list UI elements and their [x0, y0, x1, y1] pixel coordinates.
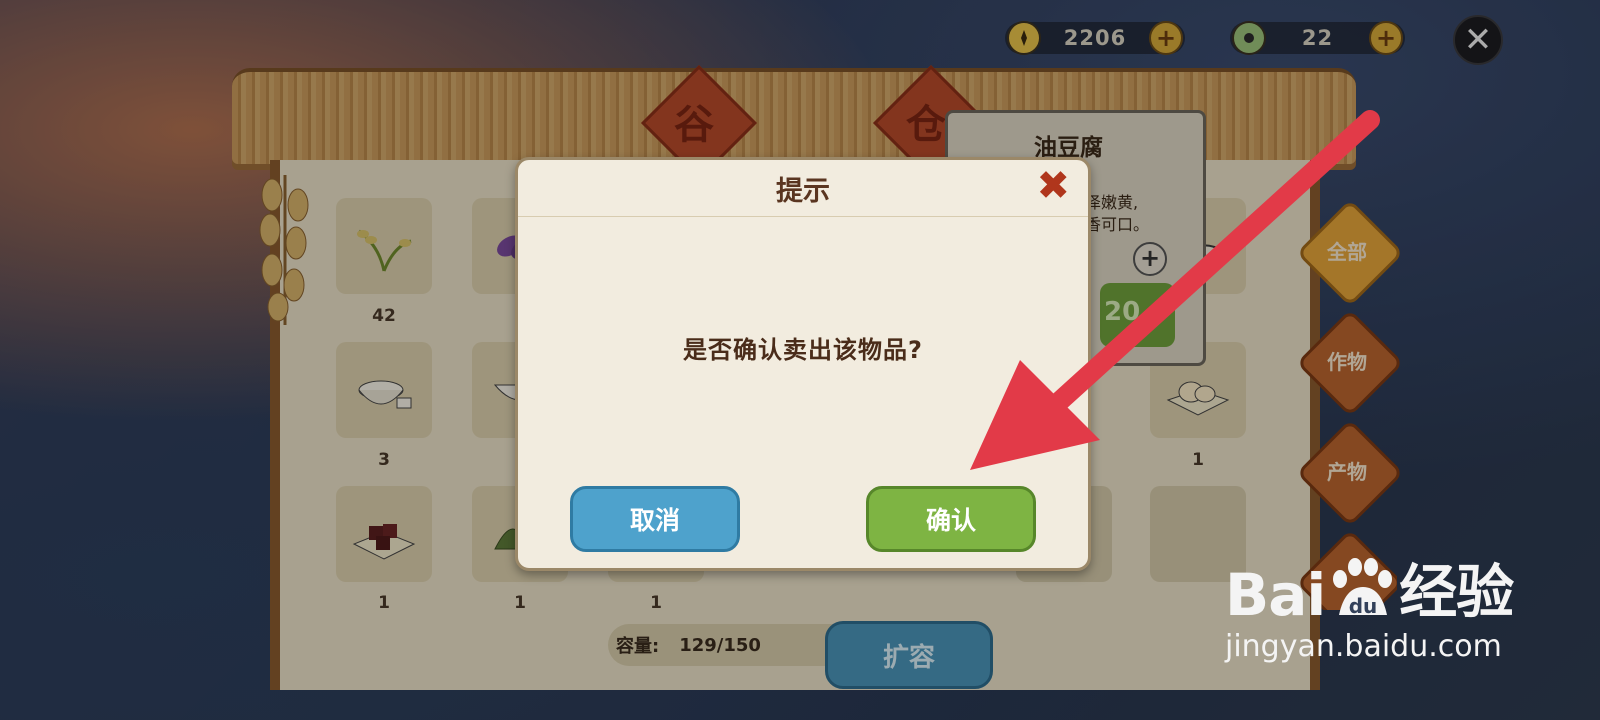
watermark-url: jingyan.baidu.com	[1225, 629, 1502, 664]
annotation-arrow-icon	[960, 110, 1380, 494]
svg-text:du: du	[1349, 594, 1378, 618]
confirm-button[interactable]: 确认	[866, 486, 1036, 552]
baidu-paw-icon: du	[1333, 558, 1393, 618]
watermark-brand-suffix: 经验	[1399, 558, 1514, 626]
watermark-brand: Bai	[1225, 561, 1326, 629]
watermark: Bai du 经验 jingyan.baidu.com	[1225, 545, 1514, 664]
dialog-title: 提示	[776, 175, 830, 207]
cancel-button[interactable]: 取消	[570, 486, 740, 552]
